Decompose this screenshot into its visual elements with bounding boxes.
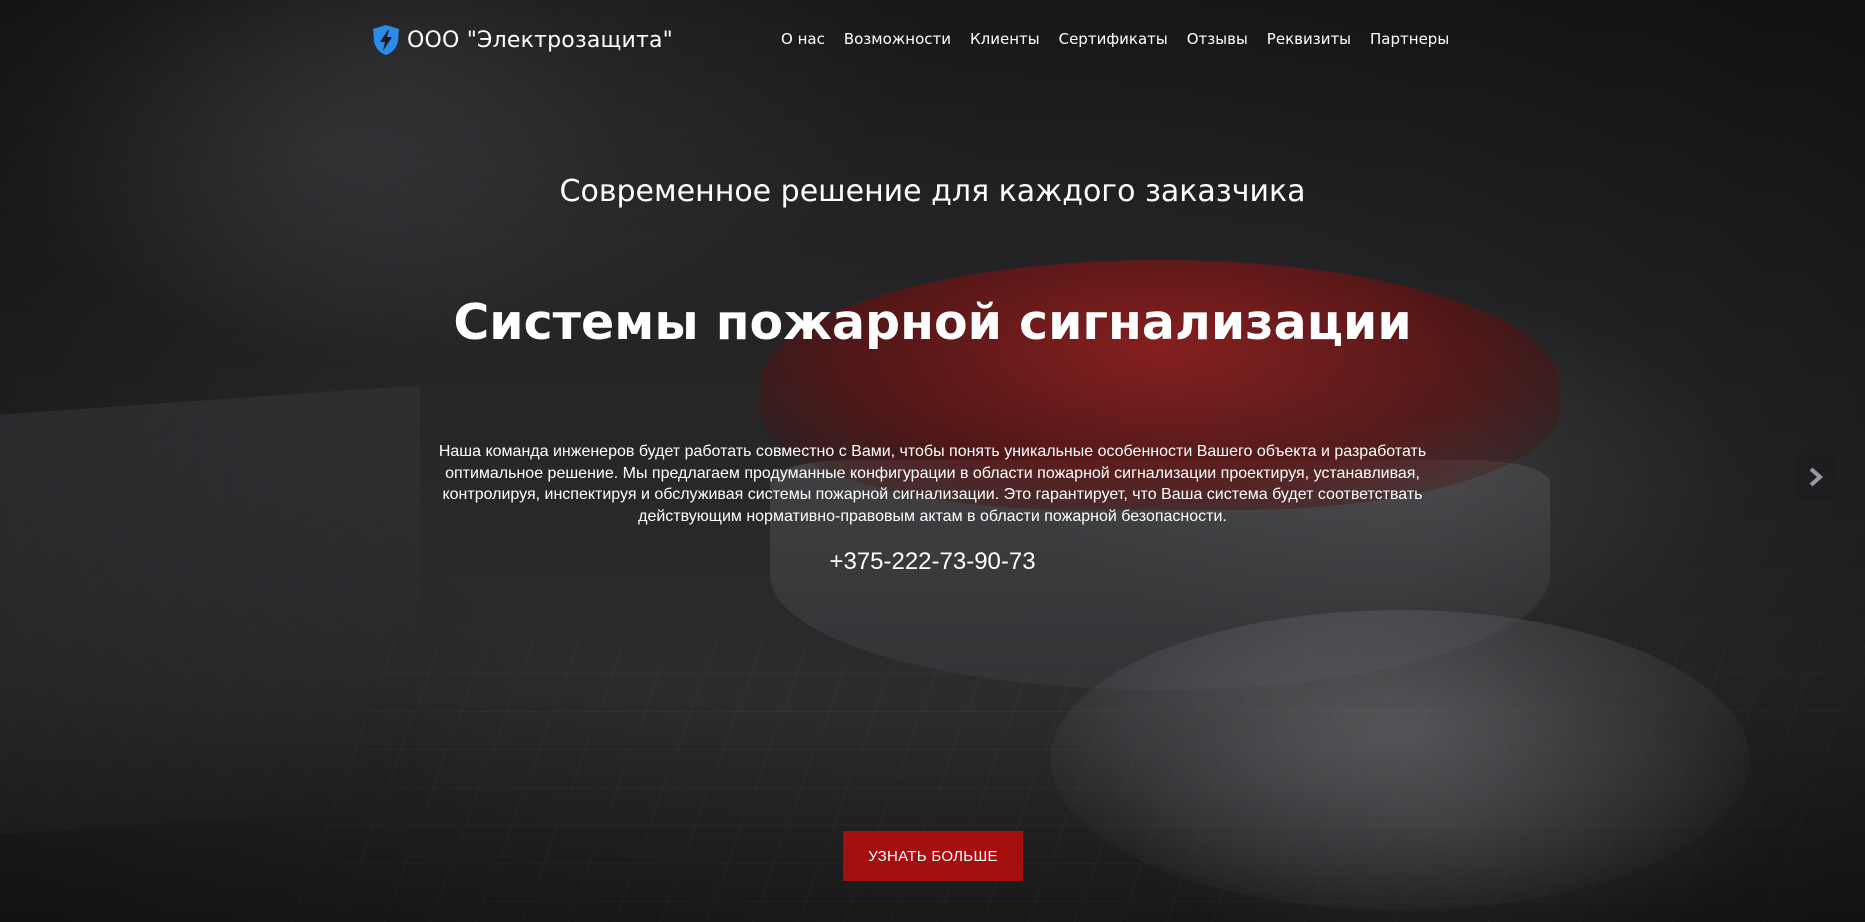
lightning-shield-icon — [373, 25, 399, 55]
hero-subtitle: Современное решение для каждого заказчик… — [559, 174, 1306, 209]
hero-title: Системы пожарной сигнализации — [453, 294, 1412, 351]
nav-item-requisites: Реквизиты — [1267, 30, 1351, 49]
nav-item-features: Возможности — [844, 30, 951, 49]
nav-item-clients: Клиенты — [970, 30, 1040, 49]
brand-logo-link[interactable]: ООО "Электрозащита" — [371, 24, 673, 56]
nav-item-reviews: Отзывы — [1187, 30, 1248, 49]
brand-name: ООО "Электрозащита" — [407, 27, 673, 53]
learn-more-button[interactable]: УЗНАТЬ БОЛЬШЕ — [843, 831, 1023, 881]
nav-link-features[interactable]: Возможности — [844, 30, 951, 48]
nav-link-reviews[interactable]: Отзывы — [1187, 30, 1248, 48]
nav-link-certificates[interactable]: Сертификаты — [1059, 30, 1168, 48]
nav-item-about: О нас — [781, 30, 825, 49]
nav-link-clients[interactable]: Клиенты — [970, 30, 1040, 48]
nav-link-partners[interactable]: Партнеры — [1370, 30, 1449, 48]
nav-link-about[interactable]: О нас — [781, 30, 825, 48]
nav-item-certificates: Сертификаты — [1059, 30, 1168, 49]
phone-link[interactable]: +375-222-73-90-73 — [0, 548, 1865, 576]
hero-description: Наша команда инженеров будет работать со… — [438, 443, 1427, 525]
slider-next-button[interactable] — [1797, 454, 1835, 500]
nav-link-requisites[interactable]: Реквизиты — [1267, 30, 1351, 48]
chevron-right-icon — [1809, 467, 1824, 487]
nav-item-partners: Партнеры — [1370, 30, 1449, 49]
main-nav: О нас Возможности Клиенты Сертификаты От… — [781, 30, 1449, 49]
